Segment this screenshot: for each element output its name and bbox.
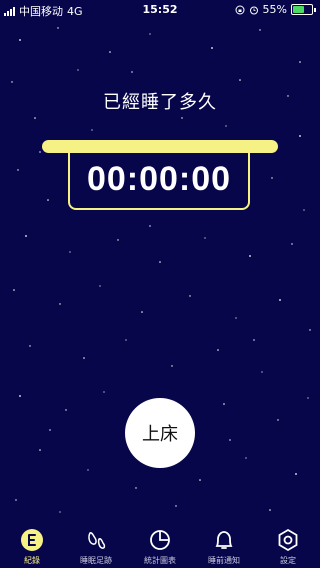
battery-tip <box>314 7 316 12</box>
gear-icon <box>278 528 298 552</box>
rotation-lock-icon <box>235 5 245 14</box>
battery-fill <box>293 6 304 13</box>
tab-bedtime-notice[interactable]: 睡前通知 <box>192 524 256 566</box>
record-icon <box>21 529 43 551</box>
tab-label: 設定 <box>280 556 296 565</box>
tab-label: 統計圖表 <box>144 556 176 565</box>
status-bar: 中国移动 4G 15:52 55% <box>0 0 320 20</box>
page-title: 已經睡了多久 <box>103 92 217 113</box>
tab-label: 紀錄 <box>24 556 40 565</box>
starfield-background <box>11 27 311 513</box>
tab-record[interactable]: 紀錄 <box>0 524 64 566</box>
timer-frame: 00:00:00 <box>68 150 250 210</box>
tab-bar: 紀錄 睡眠足跡 統計圖表 睡前通知 設定 <box>0 524 320 568</box>
tab-label: 睡前通知 <box>208 556 240 565</box>
tab-settings[interactable]: 設定 <box>256 524 320 566</box>
bell-icon <box>215 531 233 549</box>
battery-percent-label: 55% <box>262 3 287 16</box>
battery-icon <box>291 4 313 15</box>
sleep-timer: 00:00:00 <box>86 159 232 198</box>
tab-sleep-footprint[interactable]: 睡眠足跡 <box>64 524 128 566</box>
go-to-bed-button[interactable]: 上床 <box>125 398 195 468</box>
alarm-icon <box>249 6 258 14</box>
tab-statistics[interactable]: 統計圖表 <box>128 524 192 566</box>
tab-label: 睡眠足跡 <box>80 556 112 565</box>
status-right: 55% <box>235 3 316 16</box>
footprint-icon <box>88 532 106 549</box>
pie-chart-icon <box>150 530 170 550</box>
